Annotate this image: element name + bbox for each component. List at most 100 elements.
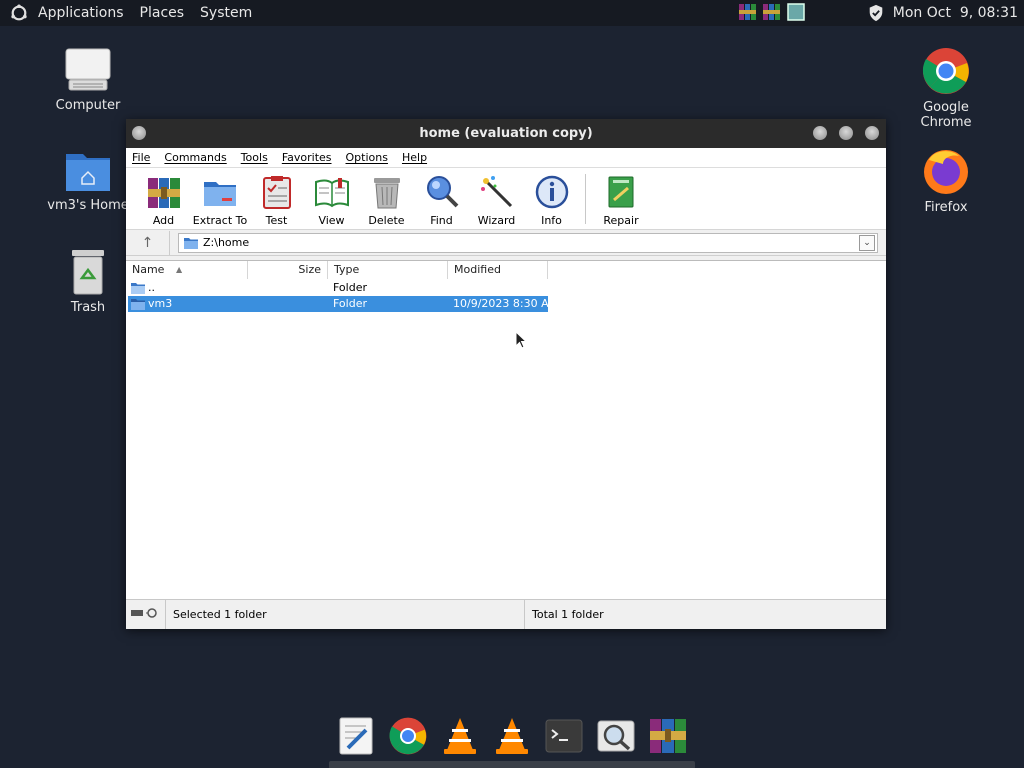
- toolbar-separator: [585, 174, 586, 224]
- desktop-icon-home[interactable]: vm3's Home: [38, 148, 138, 213]
- system-menu[interactable]: System: [192, 0, 260, 26]
- menu-commands[interactable]: Commands: [164, 151, 226, 164]
- computer-icon: [65, 48, 111, 91]
- extract-to-button[interactable]: Extract To: [191, 168, 249, 228]
- drive-icon[interactable]: [130, 607, 160, 621]
- clock[interactable]: Mon Oct 9, 08:31: [893, 5, 1018, 21]
- find-label: Find: [430, 214, 453, 227]
- column-header-name[interactable]: Name ▲: [126, 261, 248, 279]
- file-list[interactable]: Name ▲ Size Type Modified .. Folder vm3 …: [126, 260, 886, 599]
- chrome-icon: [922, 48, 969, 94]
- mouse-cursor-icon: [515, 331, 527, 349]
- minimize-button[interactable]: [813, 126, 827, 140]
- chevron-down-icon: ⌄: [863, 237, 871, 248]
- os-logo-icon[interactable]: [10, 4, 28, 22]
- test-clipboard-icon: [262, 176, 291, 209]
- column-header-type[interactable]: Type: [328, 261, 448, 279]
- menu-favorites[interactable]: Favorites: [282, 151, 332, 164]
- column-header-name-label: Name: [132, 263, 165, 276]
- winrar-tray-icon-2[interactable]: [762, 2, 782, 22]
- terminal-icon[interactable]: [544, 716, 584, 756]
- column-header-size[interactable]: Size: [248, 261, 328, 279]
- column-header-size-label: Size: [298, 263, 321, 276]
- extract-to-label: Extract To: [192, 214, 248, 227]
- status-icons: [130, 600, 166, 629]
- trash-icon: [72, 250, 104, 295]
- delete-button[interactable]: Delete: [359, 168, 414, 228]
- repair-label: Repair: [603, 214, 639, 227]
- info-button[interactable]: Info: [524, 168, 579, 228]
- add-archive-icon: [147, 178, 180, 208]
- shield-icon[interactable]: [867, 4, 885, 22]
- row-type: Folder: [333, 297, 367, 310]
- window-tray-icon[interactable]: [786, 2, 806, 22]
- wizard-label: Wizard: [477, 214, 516, 227]
- desktop-label-home: vm3's Home: [47, 198, 129, 213]
- image-viewer-icon[interactable]: [596, 716, 636, 756]
- firefox-icon: [924, 150, 968, 194]
- arrow-up-icon: ↑: [141, 234, 154, 251]
- info-icon: [535, 175, 568, 209]
- close-button[interactable]: [865, 126, 879, 140]
- sort-ascending-icon: ▲: [176, 265, 183, 274]
- status-left: Selected 1 folder: [173, 600, 525, 629]
- path-field[interactable]: Z:\home ⌄: [178, 232, 878, 253]
- desktop-label-computer: Computer: [55, 98, 121, 113]
- menu-help[interactable]: Help: [402, 151, 427, 164]
- vlc-icon[interactable]: [440, 716, 480, 756]
- chrome-icon[interactable]: [388, 716, 428, 756]
- desktop-label-chrome: Google Chrome: [920, 100, 972, 130]
- test-button[interactable]: Test: [249, 168, 304, 228]
- repair-button[interactable]: Repair: [592, 168, 650, 228]
- find-button[interactable]: Find: [414, 168, 469, 228]
- path-dropdown-button[interactable]: ⌄: [859, 234, 875, 251]
- row-name: ..: [148, 281, 155, 294]
- dock-shelf: [329, 761, 695, 768]
- row-modified: 10/9/2023 8:30 AM: [453, 297, 559, 310]
- toolbar: Add Extract To Test View Delete Find Wiz…: [126, 168, 886, 230]
- desktop-icon-firefox[interactable]: Firefox: [896, 146, 996, 215]
- desktop-icon-trash[interactable]: Trash: [38, 248, 138, 315]
- winrar-icon[interactable]: [648, 716, 688, 756]
- maximize-button[interactable]: [839, 126, 853, 140]
- wizard-wand-icon: [480, 176, 512, 208]
- status-right: Total 1 folder: [532, 608, 604, 621]
- applications-menu[interactable]: Applications: [30, 0, 132, 26]
- home-folder-icon: [66, 154, 110, 191]
- winrar-window: home (evaluation copy) File Commands Too…: [126, 119, 886, 629]
- up-folder-button[interactable]: ↑: [126, 230, 170, 255]
- find-magnifier-icon: [426, 176, 458, 208]
- table-row-selected[interactable]: vm3 Folder 10/9/2023 8:30 AM: [128, 296, 558, 312]
- table-row[interactable]: .. Folder: [128, 280, 548, 296]
- desktop-label-firefox: Firefox: [924, 200, 968, 215]
- window-menu-button[interactable]: [132, 126, 146, 140]
- folder-icon: [131, 283, 145, 294]
- address-bar: ↑ Z:\home ⌄: [126, 230, 886, 256]
- view-label: View: [318, 214, 345, 227]
- folder-icon: [184, 237, 198, 249]
- column-header-modified[interactable]: Modified: [448, 261, 548, 279]
- taskbar-tray: [738, 2, 806, 22]
- add-button[interactable]: Add: [136, 168, 191, 228]
- path-text: Z:\home: [203, 236, 250, 249]
- wizard-button[interactable]: Wizard: [469, 168, 524, 228]
- places-menu[interactable]: Places: [132, 0, 193, 26]
- menu-bar: File Commands Tools Favorites Options He…: [126, 148, 886, 168]
- winrar-tray-icon[interactable]: [738, 2, 758, 22]
- dock: [0, 712, 1024, 768]
- status-bar: Selected 1 folder Total 1 folder: [126, 599, 886, 629]
- delete-trash-icon: [373, 178, 400, 209]
- column-header-type-label: Type: [334, 263, 360, 276]
- menu-options[interactable]: Options: [346, 151, 388, 164]
- menu-tools[interactable]: Tools: [241, 151, 268, 164]
- desktop-icon-computer[interactable]: Computer: [38, 46, 138, 113]
- test-label: Test: [265, 214, 288, 227]
- view-book-icon: [314, 178, 349, 208]
- desktop-icon-chrome[interactable]: Google Chrome: [896, 46, 996, 130]
- window-titlebar[interactable]: home (evaluation copy): [126, 119, 886, 148]
- window-title: home (evaluation copy): [419, 126, 593, 141]
- view-button[interactable]: View: [304, 168, 359, 228]
- menu-file[interactable]: File: [132, 151, 150, 164]
- vlc-icon-2[interactable]: [492, 716, 532, 756]
- text-editor-icon[interactable]: [336, 716, 376, 756]
